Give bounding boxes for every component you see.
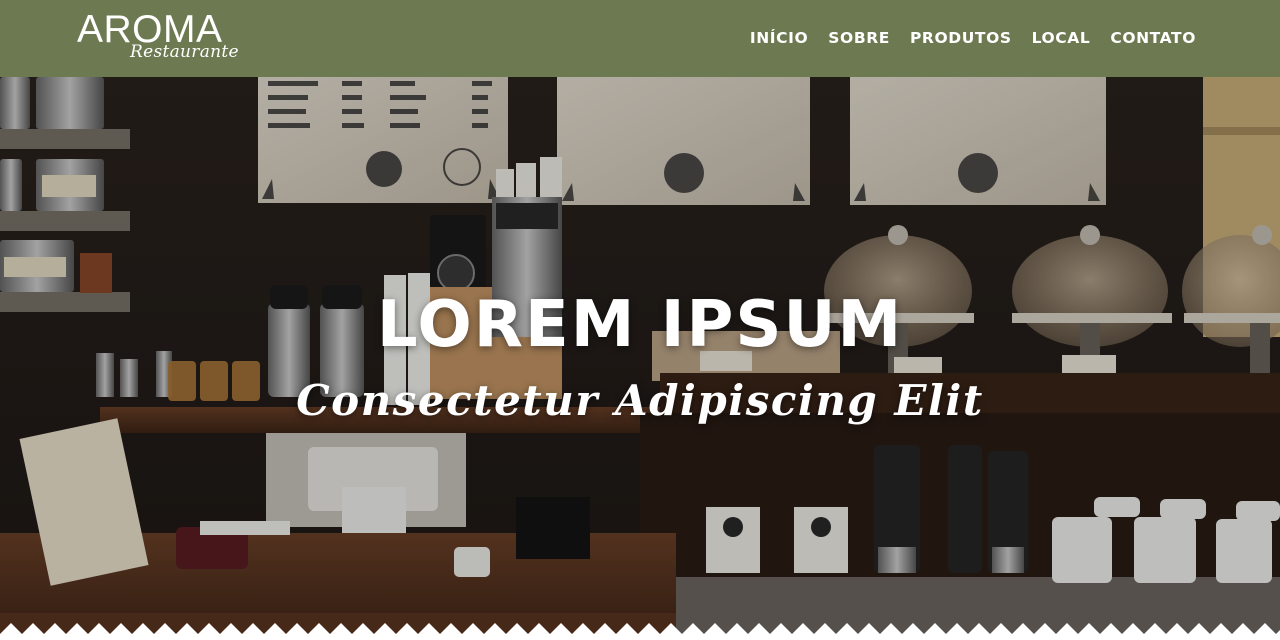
top-navbar: AROMA Restaurante INÍCIO SOBRE PRODUTOS … — [0, 0, 1280, 77]
main-nav: INÍCIO SOBRE PRODUTOS LOCAL CONTATO — [730, 28, 1196, 48]
nav-link-local[interactable]: LOCAL — [1032, 28, 1091, 48]
nav-link-sobre[interactable]: SOBRE — [828, 28, 890, 48]
brand-tagline: Restaurante — [130, 42, 239, 62]
nav-link-inicio[interactable]: INÍCIO — [750, 28, 808, 48]
hero-title: LOREM IPSUM — [376, 288, 904, 362]
nav-link-contato[interactable]: CONTATO — [1110, 28, 1196, 48]
zigzag-divider — [0, 623, 1280, 640]
nav-link-produtos[interactable]: PRODUTOS — [910, 28, 1012, 48]
brand-logo[interactable]: AROMA Restaurante — [77, 8, 239, 68]
hero-section: LOREM IPSUM Consectetur Adipiscing Elit — [0, 77, 1280, 640]
hero-subtitle: Consectetur Adipiscing Elit — [296, 376, 984, 425]
